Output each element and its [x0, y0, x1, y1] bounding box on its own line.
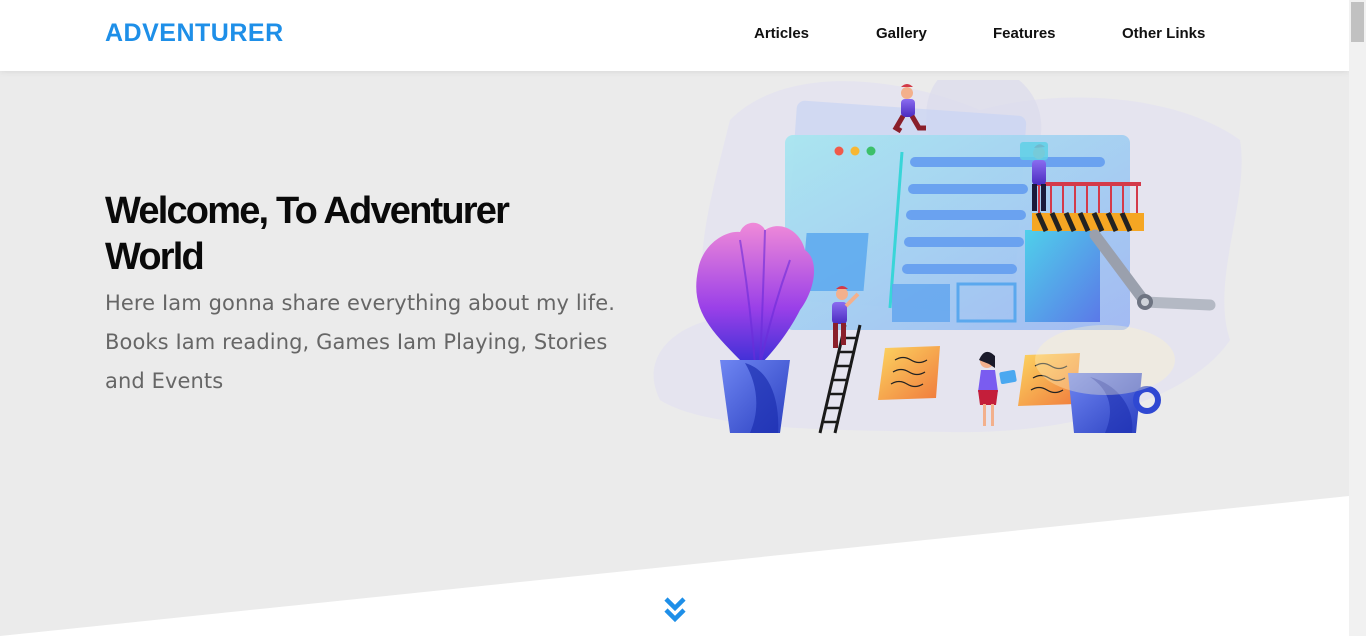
nav-link-features[interactable]: Features	[993, 25, 1056, 42]
double-chevron-down-icon[interactable]	[662, 596, 688, 624]
hero-illustration	[653, 80, 1242, 434]
site-header: ADVENTURER Articles Gallery Features Oth…	[0, 0, 1349, 71]
hero-description: Here Iam gonna share everything about my…	[105, 291, 616, 393]
nav-link-gallery[interactable]: Gallery	[876, 25, 927, 42]
vertical-scrollbar[interactable]	[1349, 0, 1366, 636]
site-logo[interactable]: ADVENTURER	[105, 19, 284, 48]
hero-title: Welcome, To Adventurer World	[105, 190, 510, 278]
nav-link-articles[interactable]: Articles	[754, 25, 809, 42]
page: ADVENTURER Articles Gallery Features Oth…	[0, 0, 1349, 636]
nav-link-other-links[interactable]: Other Links	[1122, 25, 1205, 42]
scrollbar-thumb[interactable]	[1351, 2, 1364, 42]
